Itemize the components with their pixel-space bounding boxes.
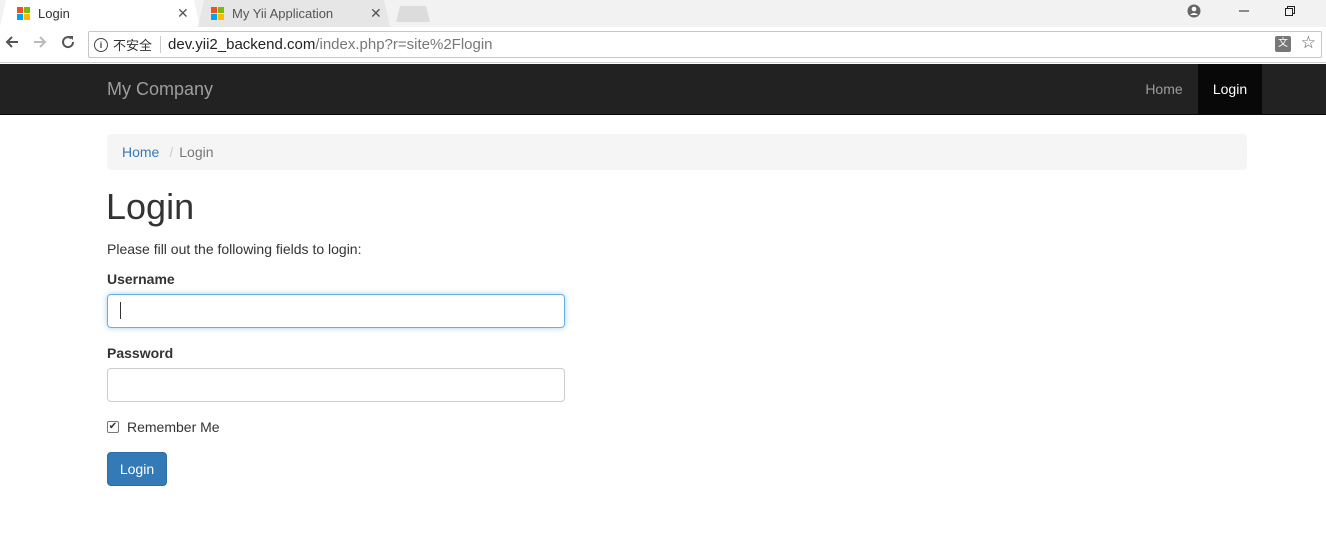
- yii-favicon-icon: [17, 7, 30, 20]
- page-title: Login: [106, 186, 195, 227]
- translate-icon[interactable]: 文: [1275, 36, 1291, 52]
- password-input[interactable]: [107, 368, 565, 402]
- tab-login[interactable]: Login ✕: [0, 0, 200, 27]
- url-path: /index.php?r=site%2Flogin: [315, 36, 493, 53]
- nav-item-home[interactable]: Home: [1130, 64, 1198, 114]
- url-host: dev.yii2_backend.com: [168, 36, 316, 53]
- breadcrumb-home-link[interactable]: Home: [122, 144, 159, 160]
- browser-tab-strip: Login ✕ My Yii Application ✕: [0, 0, 1326, 27]
- yii-favicon-icon: [211, 7, 224, 20]
- breadcrumb-separator: /: [169, 144, 174, 160]
- security-label[interactable]: 不安全: [113, 35, 152, 54]
- new-tab-button[interactable]: [396, 6, 430, 22]
- tab-my-yii-application[interactable]: My Yii Application ✕: [198, 0, 390, 27]
- minimize-icon[interactable]: [1238, 0, 1250, 23]
- info-icon[interactable]: i: [94, 37, 108, 52]
- tab-title: My Yii Application: [232, 6, 334, 21]
- nav-item-login[interactable]: Login: [1198, 64, 1262, 114]
- star-icon[interactable]: ☆: [1301, 33, 1316, 53]
- username-label: Username: [107, 271, 175, 287]
- forward-icon[interactable]: [32, 34, 48, 54]
- remember-me-label[interactable]: Remember Me: [127, 419, 220, 435]
- remember-me-checkbox[interactable]: ✔: [107, 421, 119, 433]
- top-navbar: My Company Home Login: [0, 64, 1326, 115]
- divider: [160, 36, 162, 53]
- browser-toolbar: i 不安全 dev.yii2_backend.com/index.php?r=s…: [0, 27, 1326, 63]
- brand-link[interactable]: My Company: [107, 79, 213, 100]
- close-tab-icon[interactable]: ✕: [370, 5, 382, 22]
- text-caret: [120, 302, 121, 319]
- address-bar[interactable]: i 不安全 dev.yii2_backend.com/index.php?r=s…: [88, 31, 1322, 58]
- account-icon[interactable]: [1187, 4, 1201, 21]
- username-input[interactable]: [107, 294, 565, 328]
- breadcrumb: Home / Login: [107, 134, 1247, 170]
- tab-title: Login: [38, 6, 70, 21]
- login-submit-button[interactable]: Login: [107, 452, 167, 486]
- password-label: Password: [107, 345, 174, 361]
- restore-icon[interactable]: [1284, 4, 1296, 20]
- back-icon[interactable]: [4, 34, 20, 54]
- reload-icon[interactable]: [60, 34, 76, 54]
- breadcrumb-current: Login: [179, 144, 214, 160]
- page-intro: Please fill out the following fields to …: [107, 241, 362, 257]
- close-tab-icon[interactable]: ✕: [177, 5, 189, 22]
